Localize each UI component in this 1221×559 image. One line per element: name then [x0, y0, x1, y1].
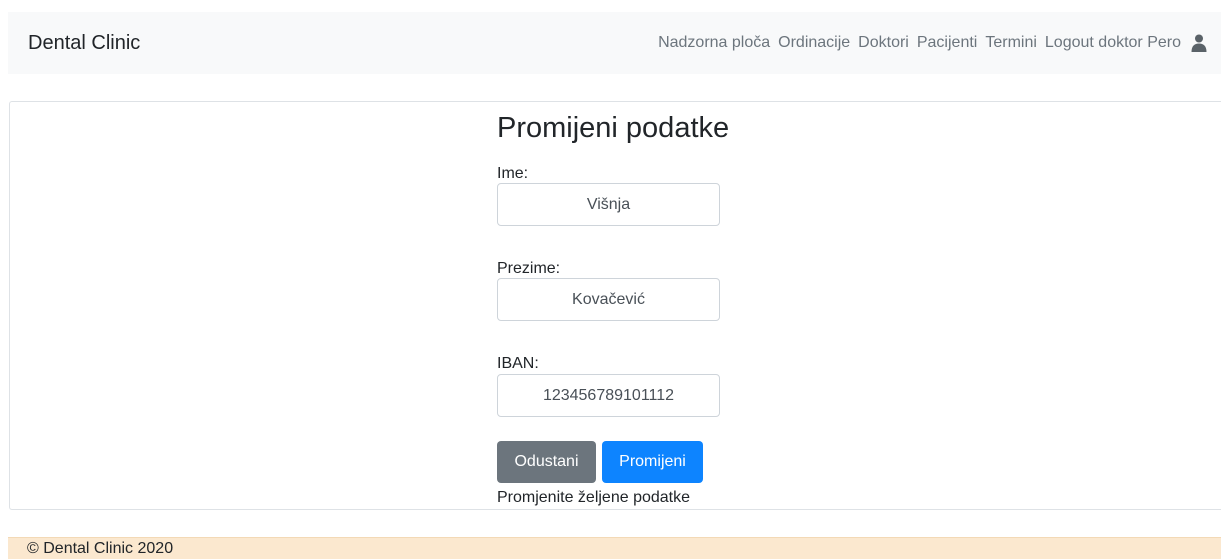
nav-link-pacijenti[interactable]: Pacijenti [917, 32, 977, 54]
last-name-input[interactable] [497, 278, 720, 321]
form-title: Promijeni podatke [497, 112, 730, 144]
first-name-label: Ime: [497, 165, 529, 182]
submit-button[interactable]: Promijeni [602, 441, 703, 483]
nav-link-logout[interactable]: Logout doktor Pero [1045, 32, 1181, 54]
nav-links: Nadzorna ploča Ordinacije Doktori Pacije… [650, 32, 1207, 54]
nav-link-doktori[interactable]: Doktori [858, 32, 909, 54]
user-icon[interactable] [1191, 34, 1207, 52]
first-name-input[interactable] [497, 183, 720, 226]
navbar: Dental Clinic Nadzorna ploča Ordinacije … [8, 12, 1221, 74]
edit-card: Promijeni podatke Ime: Prezime: IBAN: Od… [9, 101, 1221, 510]
nav-link-ordinacije[interactable]: Ordinacije [778, 32, 850, 54]
iban-input[interactable] [497, 374, 720, 417]
iban-label: IBAN: [497, 355, 539, 372]
footer: © Dental Clinic 2020 [8, 537, 1221, 559]
form-hint: Promjenite željene podatke [497, 489, 691, 506]
last-name-label: Prezime: [497, 260, 561, 277]
cancel-button[interactable]: Odustani [497, 441, 596, 483]
nav-link-termini[interactable]: Termini [985, 32, 1037, 54]
brand-link[interactable]: Dental Clinic [28, 31, 140, 55]
footer-copyright: © Dental Clinic 2020 [27, 540, 174, 557]
nav-link-dashboard[interactable]: Nadzorna ploča [658, 32, 770, 54]
